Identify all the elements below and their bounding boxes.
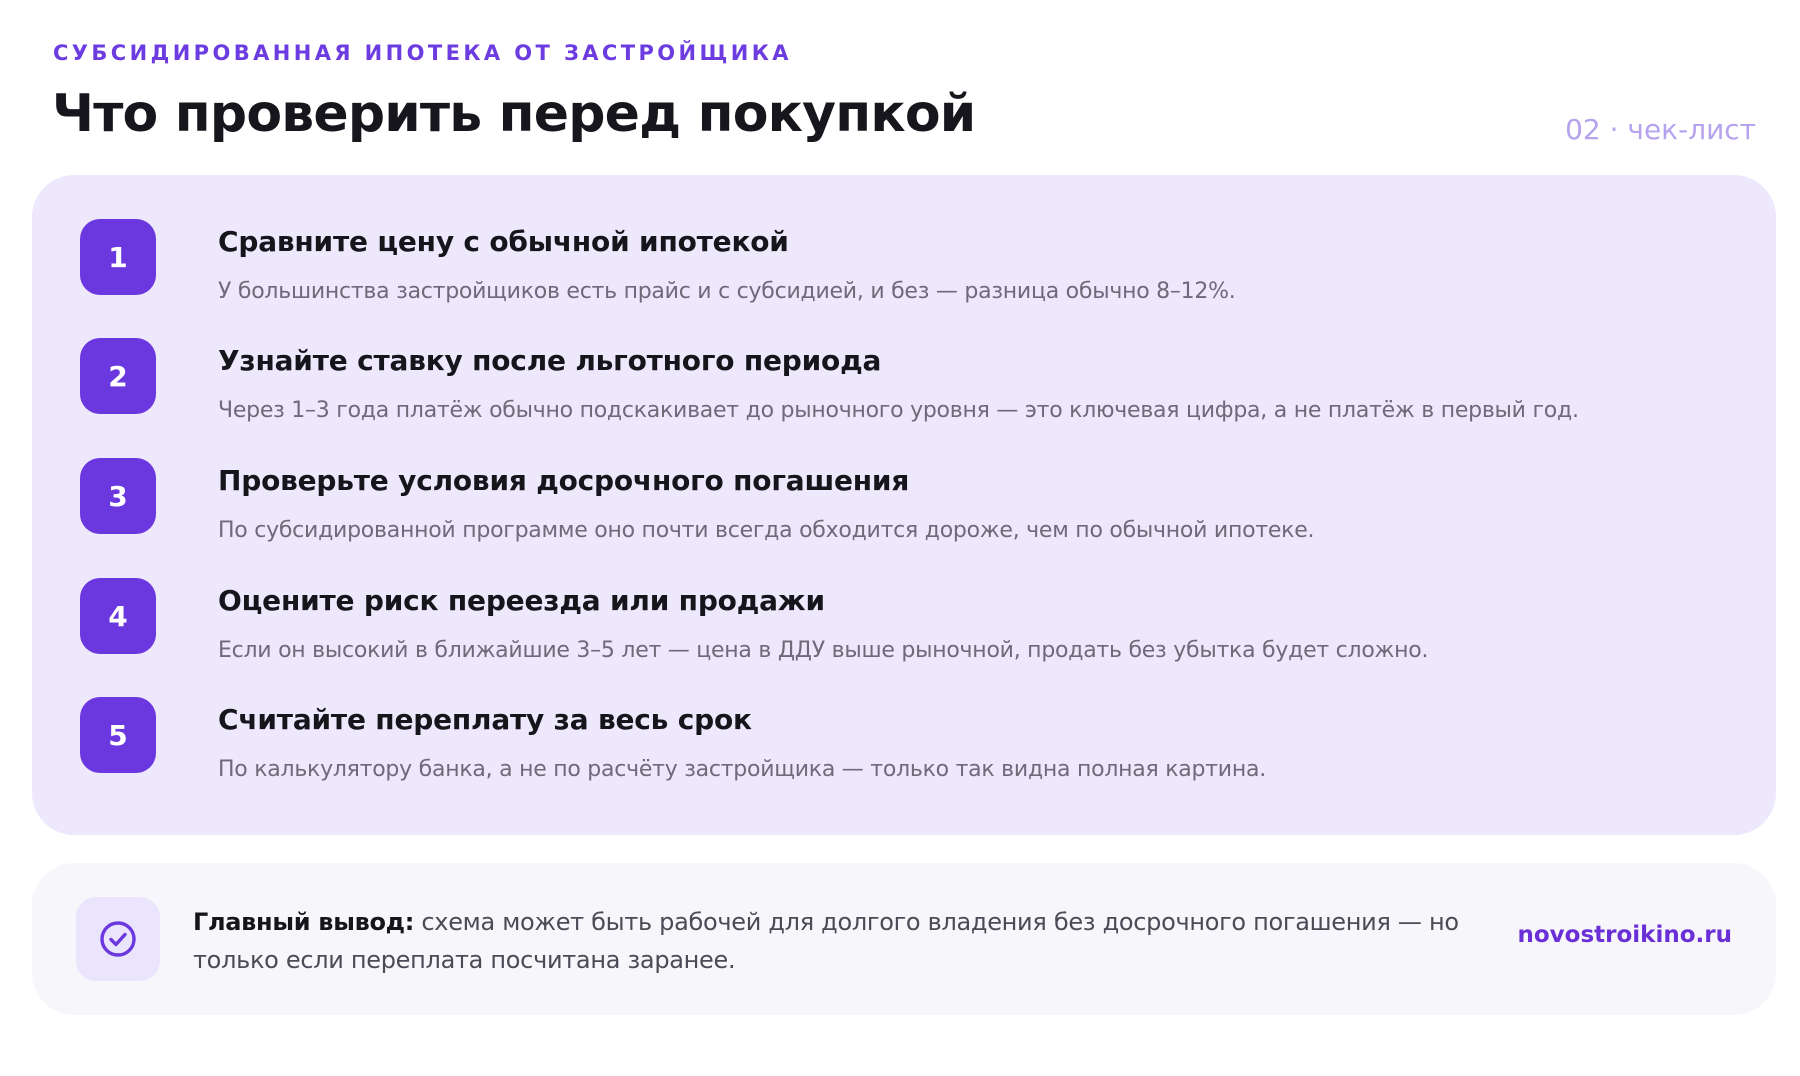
eyebrow-label: СУБСИДИРОВАННАЯ ИПОТЕКА ОТ ЗАСТРОЙЩИКА: [53, 41, 792, 65]
checklist-step: 4 Оцените риск переезда или продажи Если…: [80, 534, 1740, 663]
checklist-step: 2 Узнайте ставку после льготного периода…: [80, 294, 1740, 423]
page-title: Что проверить перед покупкой: [52, 84, 976, 144]
step-description: По калькулятору банка, а не по расчёту з…: [218, 757, 1266, 782]
conclusion-text: Главный вывод: схема может быть рабочей …: [193, 903, 1493, 979]
step-title: Сравните цену с обычной ипотекой: [218, 225, 789, 258]
step-number-badge: 3: [80, 458, 156, 534]
conclusion-label: Главный вывод:: [193, 908, 415, 936]
step-number-badge: 5: [80, 697, 156, 773]
step-number-badge: 1: [80, 219, 156, 295]
page-meta: 02 · чек-лист: [1565, 113, 1756, 146]
check-circle-icon: [76, 897, 160, 981]
step-title: Оцените риск переезда или продажи: [218, 584, 825, 617]
checklist-step: 1 Сравните цену с обычной ипотекой У бол…: [80, 175, 1740, 304]
conclusion-card: Главный вывод: схема может быть рабочей …: [32, 863, 1776, 1015]
step-title: Считайте переплату за весь срок: [218, 703, 752, 736]
step-number-badge: 2: [80, 338, 156, 414]
step-title: Проверьте условия досрочного погашения: [218, 464, 910, 497]
step-number-badge: 4: [80, 578, 156, 654]
checklist-card: 1 Сравните цену с обычной ипотекой У бол…: [32, 175, 1776, 835]
checklist-step: 3 Проверьте условия досрочного погашения…: [80, 414, 1740, 543]
step-title: Узнайте ставку после льготного периода: [218, 344, 882, 377]
site-link[interactable]: novostroikino.ru: [1518, 922, 1733, 948]
checklist-step: 5 Считайте переплату за весь срок По кал…: [80, 653, 1740, 782]
